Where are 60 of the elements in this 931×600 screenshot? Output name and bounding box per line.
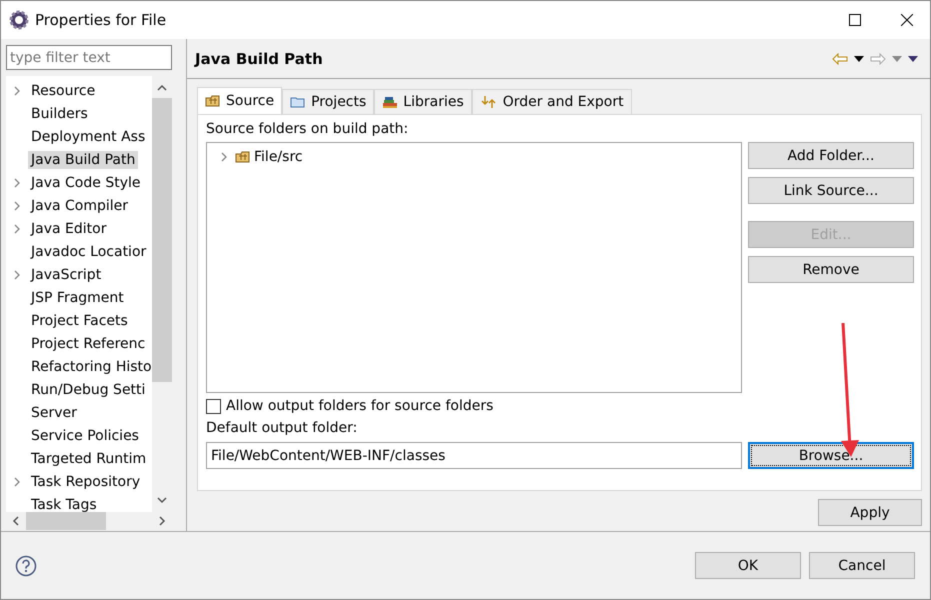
sidebar-item[interactable]: Builders bbox=[28, 104, 91, 122]
sidebar-item[interactable]: JavaScript bbox=[28, 266, 104, 284]
output-folder-field[interactable]: File/WebContent/WEB-INF/classes bbox=[206, 442, 742, 469]
folder-tree[interactable]: File/src bbox=[206, 142, 742, 393]
books-icon bbox=[382, 95, 398, 109]
sidebar-item[interactable]: Project Facets bbox=[28, 312, 131, 330]
sidebar-item[interactable]: Refactoring Histo bbox=[28, 358, 152, 376]
tab[interactable]: Order and Export bbox=[472, 89, 632, 114]
apply-button[interactable]: Apply bbox=[818, 499, 922, 526]
sidebar-item[interactable]: Service Policies bbox=[28, 426, 142, 444]
chevron-icon[interactable] bbox=[13, 200, 21, 210]
sidebar-item[interactable]: Task Tags bbox=[28, 496, 100, 512]
package-folder-icon bbox=[235, 150, 251, 164]
close-icon[interactable] bbox=[901, 14, 913, 26]
help-icon[interactable] bbox=[15, 554, 37, 576]
sidebar-item[interactable]: Server bbox=[28, 404, 80, 422]
side-button[interactable]: Link Source... bbox=[748, 177, 914, 204]
sidebar-item[interactable]: Javadoc Locatior bbox=[28, 242, 150, 260]
sidebar-item[interactable]: Resource bbox=[28, 82, 98, 100]
sidebar-item[interactable]: Targeted Runtim bbox=[28, 450, 150, 468]
tab[interactable]: Libraries bbox=[374, 89, 472, 114]
sidebar-item[interactable]: Run/Debug Setti bbox=[28, 380, 148, 398]
chevron-icon[interactable] bbox=[220, 152, 228, 162]
tab[interactable]: Source bbox=[197, 87, 282, 114]
forward-arrow-icon[interactable] bbox=[870, 52, 886, 64]
folder-item[interactable]: File/src bbox=[251, 148, 306, 166]
sidebar-item[interactable]: Java Compiler bbox=[28, 196, 132, 214]
chevron-icon[interactable] bbox=[13, 270, 21, 280]
checkbox-label: Allow output folders for source folders bbox=[226, 398, 494, 414]
page-title: Java Build Path bbox=[195, 50, 324, 68]
dialog-button[interactable]: Cancel bbox=[809, 552, 915, 579]
sidebar-item[interactable]: Java Editor bbox=[28, 220, 110, 238]
list-label: Source folders on build path: bbox=[206, 121, 410, 137]
menu-caret-icon[interactable] bbox=[908, 56, 918, 62]
chevron-icon[interactable] bbox=[13, 224, 21, 234]
gear-icon bbox=[9, 10, 29, 30]
maximize-icon[interactable] bbox=[849, 14, 861, 26]
window-title: Properties for File bbox=[35, 11, 168, 29]
dialog-button[interactable]: OK bbox=[695, 552, 801, 579]
checkbox[interactable] bbox=[206, 398, 221, 414]
swap-arrows-icon bbox=[480, 95, 498, 109]
filter-field[interactable]: type filter text bbox=[6, 45, 172, 70]
browse-button[interactable]: Browse... bbox=[748, 442, 914, 469]
chevron-icon[interactable] bbox=[13, 476, 21, 486]
tab[interactable]: Projects bbox=[282, 89, 374, 114]
sidebar-item[interactable]: Deployment Ass bbox=[28, 128, 148, 146]
package-folder-icon bbox=[205, 94, 221, 108]
folder-icon bbox=[290, 95, 306, 109]
sidebar-item[interactable]: Task Repository bbox=[28, 472, 144, 490]
sidebar-item[interactable]: Java Code Style bbox=[28, 174, 144, 192]
side-button[interactable]: Add Folder... bbox=[748, 142, 914, 169]
sidebar-item[interactable]: Java Build Path bbox=[28, 150, 138, 168]
sidebar-item[interactable]: JSP Fragment bbox=[28, 288, 127, 306]
chevron-icon[interactable] bbox=[13, 178, 21, 188]
side-button[interactable]: Remove bbox=[748, 256, 914, 283]
chevron-icon[interactable] bbox=[13, 86, 21, 96]
dropdown-caret-icon[interactable] bbox=[854, 56, 864, 62]
sidebar-item[interactable]: Project Referenc bbox=[28, 334, 148, 352]
output-label: Default output folder: bbox=[206, 420, 358, 436]
back-arrow-icon[interactable] bbox=[832, 52, 848, 64]
